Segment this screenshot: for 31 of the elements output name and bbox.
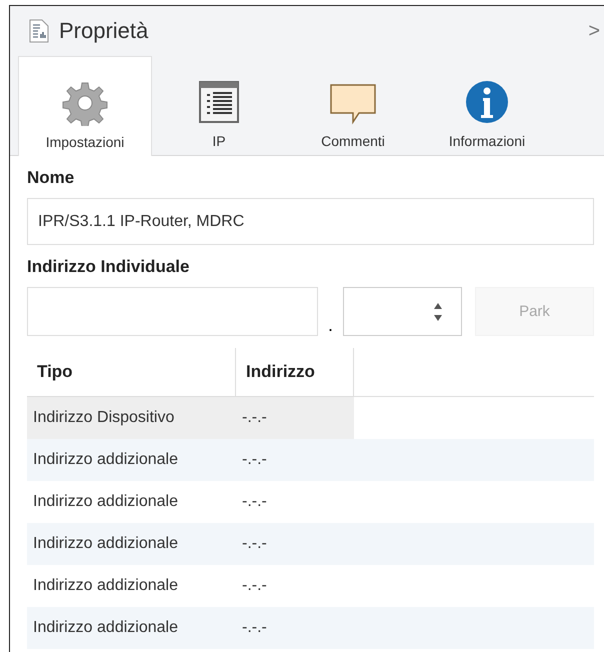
table-cell[interactable]: -.-.- bbox=[236, 607, 354, 649]
table-cell[interactable]: -.-.- bbox=[236, 439, 354, 481]
info-icon bbox=[464, 79, 510, 125]
column-header[interactable]: Indirizzo bbox=[236, 348, 354, 396]
table-cell[interactable]: -.-.- bbox=[236, 523, 354, 565]
collapse-button[interactable]: > bbox=[584, 20, 604, 42]
panel-title: Proprietà bbox=[59, 18, 148, 44]
tab[interactable]: Impostazioni bbox=[18, 56, 152, 156]
table-cell[interactable]: Indirizzo addizionale bbox=[27, 565, 236, 607]
field-label: Nome bbox=[27, 168, 76, 189]
table-cell[interactable]: Indirizzo addizionale bbox=[27, 439, 236, 481]
tab[interactable]: IP bbox=[152, 56, 286, 155]
address-field[interactable] bbox=[27, 287, 318, 336]
separator: . bbox=[326, 315, 334, 336]
document-icon bbox=[29, 19, 49, 43]
spinner-arrows-icon bbox=[433, 300, 443, 322]
table-cell[interactable]: -.-.- bbox=[236, 565, 354, 607]
column-header[interactable]: Tipo bbox=[27, 348, 236, 396]
spinner-field[interactable] bbox=[343, 287, 462, 336]
list-window-icon bbox=[198, 79, 240, 125]
field-label: Indirizzo Individuale bbox=[27, 257, 190, 278]
table-cell[interactable]: Indirizzo addizionale bbox=[27, 481, 236, 523]
tab[interactable]: Commenti bbox=[286, 56, 420, 155]
gear-icon bbox=[62, 80, 108, 126]
table-cell[interactable]: Indirizzo Dispositivo bbox=[27, 397, 236, 439]
table-cell[interactable]: Indirizzo addizionale bbox=[27, 523, 236, 565]
table-cell[interactable]: -.-.- bbox=[236, 481, 354, 523]
tab[interactable]: Informazioni bbox=[420, 56, 554, 155]
table-cell[interactable]: Indirizzo addizionale bbox=[27, 607, 236, 649]
name-field[interactable]: IPR/S3.1.1 IP-Router, MDRC bbox=[27, 198, 594, 245]
table-cell[interactable]: -.-.- bbox=[236, 397, 354, 439]
